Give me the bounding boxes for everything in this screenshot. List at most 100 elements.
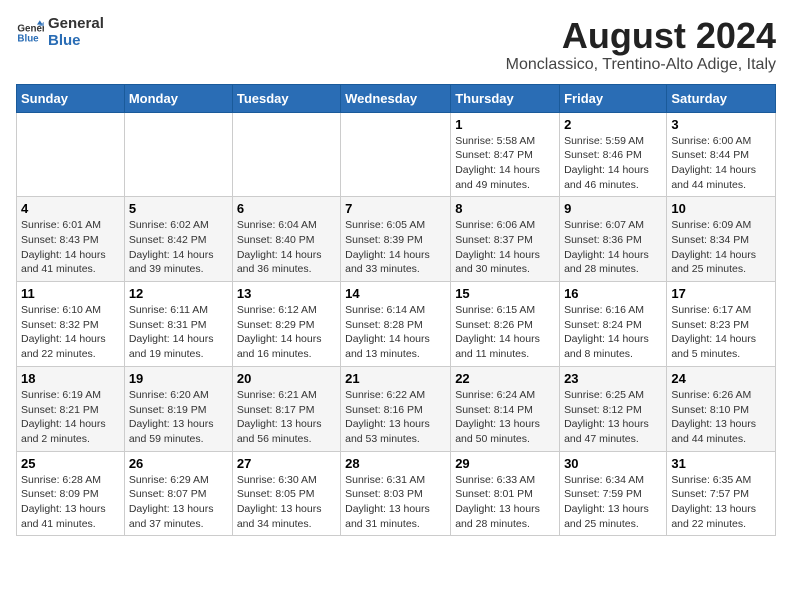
day-info: Sunrise: 6:30 AM Sunset: 8:05 PM Dayligh… (237, 473, 336, 532)
day-number: 3 (671, 117, 771, 132)
weekday-header-row: SundayMondayTuesdayWednesdayThursdayFrid… (17, 84, 776, 112)
day-number: 23 (564, 371, 662, 386)
calendar-cell: 13Sunrise: 6:12 AM Sunset: 8:29 PM Dayli… (232, 282, 340, 367)
day-info: Sunrise: 6:06 AM Sunset: 8:37 PM Dayligh… (455, 218, 555, 277)
calendar-cell (341, 112, 451, 197)
day-info: Sunrise: 6:24 AM Sunset: 8:14 PM Dayligh… (455, 388, 555, 447)
day-info: Sunrise: 6:17 AM Sunset: 8:23 PM Dayligh… (671, 303, 771, 362)
day-info: Sunrise: 6:29 AM Sunset: 8:07 PM Dayligh… (129, 473, 228, 532)
calendar-cell: 12 Sunrise: 6:11 AM Sunset: 8:31 PM Dayli… (124, 282, 232, 367)
title-area: August 2024 Monclassico, Trentino-Alto A… (506, 16, 776, 74)
calendar-cell: 9Sunrise: 6:07 AM Sunset: 8:36 PM Daylig… (560, 197, 667, 282)
day-info: Sunrise: 6:00 AM Sunset: 8:44 PM Dayligh… (671, 134, 771, 193)
day-number: 21 (345, 371, 446, 386)
calendar-week-4: 18 Sunrise: 6:19 AM Sunset: 8:21 PM Dayli… (17, 366, 776, 451)
day-info: Sunrise: 6:02 AM Sunset: 8:42 PM Dayligh… (129, 218, 228, 277)
day-number: 16 (564, 286, 662, 301)
day-number: 6 (237, 201, 336, 216)
day-info: Sunrise: 6:28 AM Sunset: 8:09 PM Dayligh… (21, 473, 120, 532)
calendar-week-5: 25 Sunrise: 6:28 AM Sunset: 8:09 PM Dayli… (17, 451, 776, 536)
calendar-cell: 24 Sunrise: 6:26 AM Sunset: 8:10 PM Dayli… (667, 366, 776, 451)
calendar-cell: 21 Sunrise: 6:22 AM Sunset: 8:16 PM Dayli… (341, 366, 451, 451)
day-info: Sunrise: 6:35 AM Sunset: 7:57 PM Dayligh… (671, 473, 771, 532)
day-info: Sunrise: 6:11 AM Sunset: 8:31 PM Dayligh… (129, 303, 228, 362)
day-number: 29 (455, 456, 555, 471)
day-info: Sunrise: 6:26 AM Sunset: 8:10 PM Dayligh… (671, 388, 771, 447)
day-number: 28 (345, 456, 446, 471)
day-number: 14 (345, 286, 446, 301)
day-number: 24 (671, 371, 771, 386)
day-info: Sunrise: 6:14 AM Sunset: 8:28 PM Dayligh… (345, 303, 446, 362)
calendar-cell: 4 Sunrise: 6:01 AM Sunset: 8:43 PM Daylig… (17, 197, 125, 282)
day-info: Sunrise: 6:31 AM Sunset: 8:03 PM Dayligh… (345, 473, 446, 532)
header: General Blue General Blue August 2024 Mo… (16, 16, 776, 74)
day-info: Sunrise: 5:59 AM Sunset: 8:46 PM Dayligh… (564, 134, 662, 193)
calendar-body: 1Sunrise: 5:58 AM Sunset: 8:47 PM Daylig… (17, 112, 776, 536)
calendar-week-3: 11 Sunrise: 6:10 AM Sunset: 8:32 PM Dayli… (17, 282, 776, 367)
day-number: 15 (455, 286, 555, 301)
logo-text-general: General (48, 16, 104, 33)
day-number: 7 (345, 201, 446, 216)
calendar-cell: 17 Sunrise: 6:17 AM Sunset: 8:23 PM Dayli… (667, 282, 776, 367)
logo: General Blue General Blue (16, 16, 104, 49)
day-number: 12 (129, 286, 228, 301)
calendar-cell: 11 Sunrise: 6:10 AM Sunset: 8:32 PM Dayli… (17, 282, 125, 367)
day-info: Sunrise: 6:20 AM Sunset: 8:19 PM Dayligh… (129, 388, 228, 447)
day-info: Sunrise: 6:21 AM Sunset: 8:17 PM Dayligh… (237, 388, 336, 447)
svg-text:Blue: Blue (17, 33, 39, 44)
calendar-cell: 3 Sunrise: 6:00 AM Sunset: 8:44 PM Daylig… (667, 112, 776, 197)
weekday-header-thursday: Thursday (451, 84, 560, 112)
day-number: 19 (129, 371, 228, 386)
day-info: Sunrise: 5:58 AM Sunset: 8:47 PM Dayligh… (455, 134, 555, 193)
day-number: 18 (21, 371, 120, 386)
day-number: 27 (237, 456, 336, 471)
weekday-header-saturday: Saturday (667, 84, 776, 112)
calendar-cell: 29 Sunrise: 6:33 AM Sunset: 8:01 PM Dayli… (451, 451, 560, 536)
day-info: Sunrise: 6:05 AM Sunset: 8:39 PM Dayligh… (345, 218, 446, 277)
calendar-week-1: 1Sunrise: 5:58 AM Sunset: 8:47 PM Daylig… (17, 112, 776, 197)
day-info: Sunrise: 6:19 AM Sunset: 8:21 PM Dayligh… (21, 388, 120, 447)
day-info: Sunrise: 6:04 AM Sunset: 8:40 PM Dayligh… (237, 218, 336, 277)
day-number: 9 (564, 201, 662, 216)
calendar-cell: 1Sunrise: 5:58 AM Sunset: 8:47 PM Daylig… (451, 112, 560, 197)
calendar-cell: 2 Sunrise: 5:59 AM Sunset: 8:46 PM Daylig… (560, 112, 667, 197)
day-number: 30 (564, 456, 662, 471)
calendar-week-2: 4 Sunrise: 6:01 AM Sunset: 8:43 PM Daylig… (17, 197, 776, 282)
weekday-header-wednesday: Wednesday (341, 84, 451, 112)
calendar-cell: 30Sunrise: 6:34 AM Sunset: 7:59 PM Dayli… (560, 451, 667, 536)
calendar-cell: 27 Sunrise: 6:30 AM Sunset: 8:05 PM Dayli… (232, 451, 340, 536)
calendar-cell: 10Sunrise: 6:09 AM Sunset: 8:34 PM Dayli… (667, 197, 776, 282)
calendar-cell: 7 Sunrise: 6:05 AM Sunset: 8:39 PM Daylig… (341, 197, 451, 282)
day-info: Sunrise: 6:25 AM Sunset: 8:12 PM Dayligh… (564, 388, 662, 447)
calendar-cell: 16Sunrise: 6:16 AM Sunset: 8:24 PM Dayli… (560, 282, 667, 367)
calendar-cell: 28 Sunrise: 6:31 AM Sunset: 8:03 PM Dayli… (341, 451, 451, 536)
calendar-cell: 22 Sunrise: 6:24 AM Sunset: 8:14 PM Dayli… (451, 366, 560, 451)
day-number: 25 (21, 456, 120, 471)
day-number: 5 (129, 201, 228, 216)
day-number: 20 (237, 371, 336, 386)
calendar-cell (124, 112, 232, 197)
day-number: 11 (21, 286, 120, 301)
calendar-cell: 23 Sunrise: 6:25 AM Sunset: 8:12 PM Dayli… (560, 366, 667, 451)
day-info: Sunrise: 6:01 AM Sunset: 8:43 PM Dayligh… (21, 218, 120, 277)
day-number: 26 (129, 456, 228, 471)
day-info: Sunrise: 6:15 AM Sunset: 8:26 PM Dayligh… (455, 303, 555, 362)
calendar-cell: 15 Sunrise: 6:15 AM Sunset: 8:26 PM Dayli… (451, 282, 560, 367)
day-info: Sunrise: 6:33 AM Sunset: 8:01 PM Dayligh… (455, 473, 555, 532)
day-number: 4 (21, 201, 120, 216)
month-year-title: August 2024 (506, 16, 776, 56)
calendar-cell (232, 112, 340, 197)
day-info: Sunrise: 6:12 AM Sunset: 8:29 PM Dayligh… (237, 303, 336, 362)
calendar-cell: 8 Sunrise: 6:06 AM Sunset: 8:37 PM Daylig… (451, 197, 560, 282)
day-info: Sunrise: 6:22 AM Sunset: 8:16 PM Dayligh… (345, 388, 446, 447)
day-number: 2 (564, 117, 662, 132)
calendar-cell: 20 Sunrise: 6:21 AM Sunset: 8:17 PM Dayli… (232, 366, 340, 451)
day-number: 8 (455, 201, 555, 216)
day-number: 22 (455, 371, 555, 386)
weekday-header-tuesday: Tuesday (232, 84, 340, 112)
calendar-cell: 18 Sunrise: 6:19 AM Sunset: 8:21 PM Dayli… (17, 366, 125, 451)
calendar-cell: 26 Sunrise: 6:29 AM Sunset: 8:07 PM Dayli… (124, 451, 232, 536)
calendar-table: SundayMondayTuesdayWednesdayThursdayFrid… (16, 84, 776, 537)
day-info: Sunrise: 6:10 AM Sunset: 8:32 PM Dayligh… (21, 303, 120, 362)
day-number: 17 (671, 286, 771, 301)
